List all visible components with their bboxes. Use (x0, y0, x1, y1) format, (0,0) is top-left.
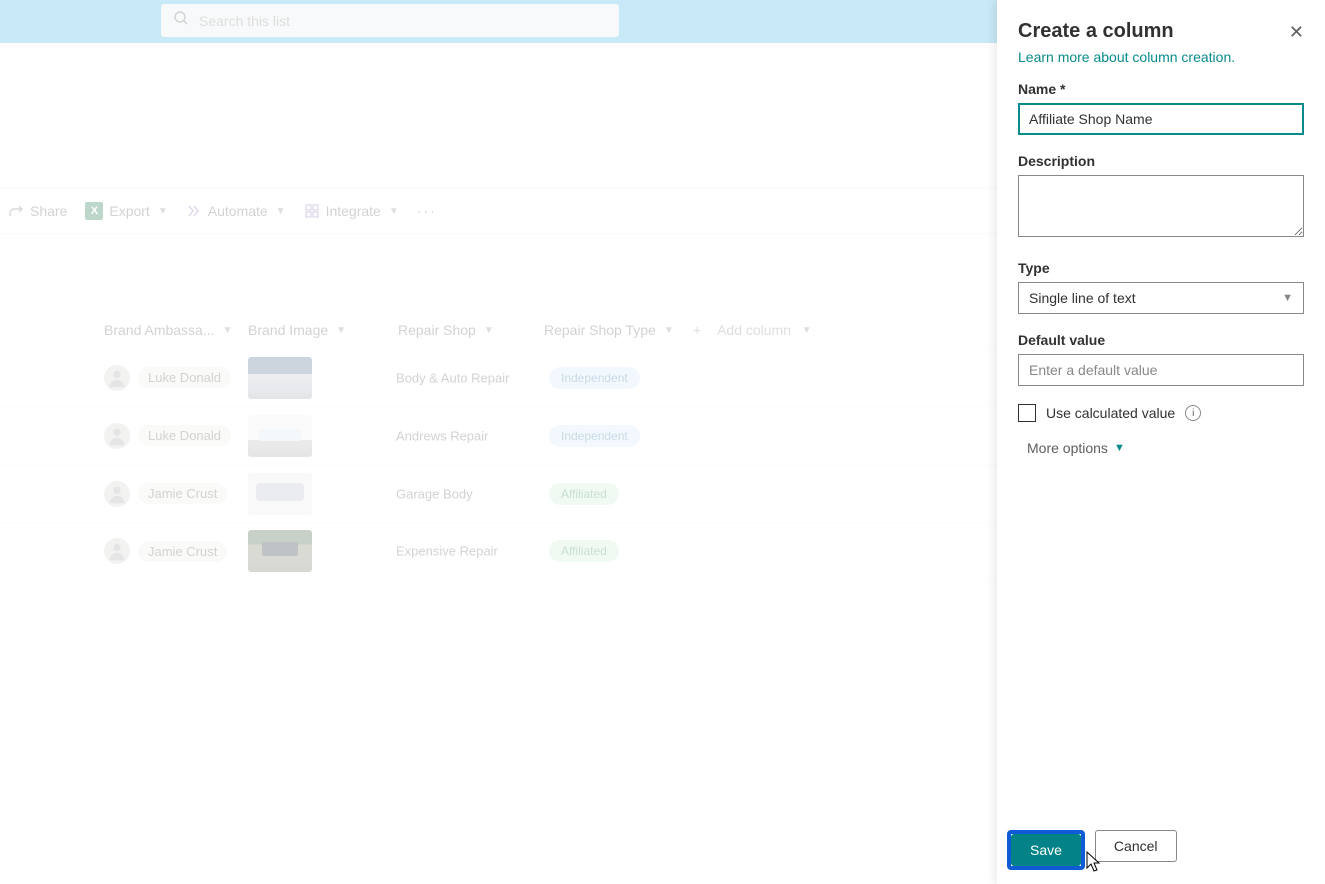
share-button[interactable]: Share (8, 203, 67, 219)
integrate-button[interactable]: Integrate ▼ (304, 203, 399, 219)
ambassador-name: Jamie Crust (138, 541, 227, 562)
brand-image-thumbnail[interactable] (248, 415, 312, 457)
create-column-panel: Create a column ✕ Learn more about colum… (997, 0, 1325, 884)
ambassador-cell: Luke Donald (104, 423, 231, 449)
column-brand-image[interactable]: Brand Image▼ (248, 322, 368, 338)
type-label: Type (1018, 260, 1304, 276)
more-actions-button[interactable]: ··· (417, 203, 437, 219)
export-label: Export (109, 203, 149, 219)
chevron-down-icon: ▼ (1282, 292, 1293, 304)
avatar-icon (104, 423, 130, 449)
cursor-icon (1082, 850, 1102, 879)
search-input[interactable] (199, 13, 607, 29)
column-repair-shop[interactable]: Repair Shop▼ (398, 322, 528, 338)
type-select[interactable]: Single line of text ▼ (1018, 282, 1304, 314)
chevron-down-icon: ▼ (158, 206, 168, 217)
name-label: Name * (1018, 81, 1304, 97)
automate-button[interactable]: Automate ▼ (186, 203, 286, 219)
repair-shop-type-badge: Independent (549, 425, 640, 447)
avatar-icon (104, 365, 130, 391)
share-label: Share (30, 203, 67, 219)
brand-image-thumbnail[interactable] (248, 473, 312, 515)
brand-image-thumbnail[interactable] (248, 530, 312, 572)
chevron-down-icon: ▼ (484, 325, 494, 336)
ambassador-cell: Luke Donald (104, 365, 231, 391)
panel-title: Create a column (1018, 20, 1174, 43)
info-icon[interactable]: i (1185, 405, 1201, 421)
ambassador-cell: Jamie Crust (104, 538, 227, 564)
repair-shop-type-badge: Affiliated (549, 540, 619, 562)
default-value-label: Default value (1018, 332, 1304, 348)
chevron-down-icon: ▼ (664, 325, 674, 336)
ambassador-name: Luke Donald (138, 367, 231, 388)
avatar-icon (104, 538, 130, 564)
calculated-value-label: Use calculated value (1046, 405, 1175, 421)
search-icon (173, 10, 189, 31)
chevron-down-icon: ▼ (336, 325, 346, 336)
description-input[interactable] (1018, 175, 1304, 237)
repair-shop-cell: Body & Auto Repair (396, 370, 509, 385)
ellipsis-icon: ··· (417, 203, 437, 219)
automate-icon (186, 203, 202, 219)
repair-shop-cell: Expensive Repair (396, 544, 498, 559)
chevron-down-icon: ▼ (276, 206, 286, 217)
repair-shop-cell: Garage Body (396, 486, 473, 501)
excel-icon: X (85, 202, 103, 220)
repair-shop-cell: Andrews Repair (396, 428, 489, 443)
chevron-down-icon: ▼ (223, 325, 233, 336)
more-options-toggle[interactable]: More options ▼ (1027, 440, 1304, 456)
save-button[interactable]: Save (1011, 834, 1081, 866)
repair-shop-type-badge: Affiliated (549, 483, 619, 505)
add-column-button[interactable]: + Add column ▼ (693, 322, 812, 338)
column-repair-shop-type[interactable]: Repair Shop Type▼ (544, 322, 694, 338)
save-button-highlight: Save (1007, 830, 1085, 870)
export-button[interactable]: X Export ▼ (85, 202, 167, 220)
search-box[interactable] (161, 4, 619, 37)
integrate-icon (304, 203, 320, 219)
close-icon: ✕ (1289, 22, 1304, 42)
ambassador-name: Jamie Crust (138, 483, 227, 504)
ambassador-name: Luke Donald (138, 425, 231, 446)
chevron-down-icon: ▼ (799, 325, 812, 336)
default-value-input[interactable] (1018, 354, 1304, 386)
repair-shop-type-badge: Independent (549, 367, 640, 389)
brand-image-thumbnail[interactable] (248, 357, 312, 399)
calculated-value-checkbox[interactable] (1018, 404, 1036, 422)
name-input[interactable] (1018, 103, 1304, 135)
integrate-label: Integrate (326, 203, 381, 219)
chevron-down-icon: ▼ (1114, 442, 1125, 454)
learn-more-link[interactable]: Learn more about column creation. (1018, 49, 1235, 65)
automate-label: Automate (208, 203, 268, 219)
column-brand-ambassador[interactable]: Brand Ambassa...▼ (104, 322, 234, 338)
chevron-down-icon: ▼ (389, 206, 399, 217)
avatar-icon (104, 481, 130, 507)
ambassador-cell: Jamie Crust (104, 481, 227, 507)
description-label: Description (1018, 153, 1304, 169)
plus-icon: + (693, 322, 701, 338)
share-icon (8, 203, 24, 219)
type-value: Single line of text (1029, 290, 1136, 306)
close-button[interactable]: ✕ (1289, 23, 1304, 41)
cancel-button[interactable]: Cancel (1095, 830, 1177, 862)
